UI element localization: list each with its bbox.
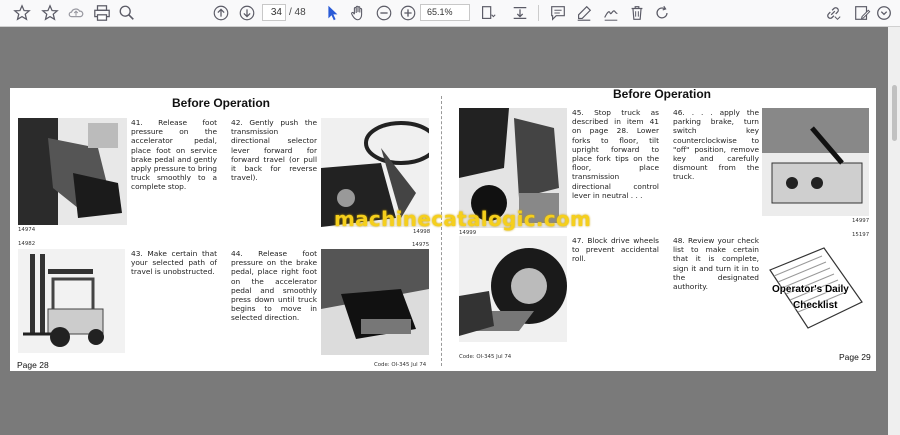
photo-forklift	[18, 249, 125, 353]
item-44-text: 44. Release foot pressure on the brake p…	[231, 249, 317, 323]
print-icon[interactable]	[92, 3, 112, 23]
highlight-icon[interactable]	[574, 3, 594, 23]
toolbar-separator	[538, 5, 539, 21]
checklist-title: Operator's Daily	[772, 284, 849, 295]
item-45-text: 45. Stop truck as described in item 41 o…	[572, 108, 659, 200]
left-code: Code: OI-345 Jul 74	[374, 362, 427, 368]
edit-icon[interactable]	[852, 3, 872, 23]
search-icon[interactable]	[117, 3, 137, 23]
watermark-text: machinecatalogic.com	[334, 207, 592, 231]
comment-icon[interactable]	[548, 3, 568, 23]
item-48-text: 48. Review your check list to make certa…	[673, 236, 759, 292]
sign-icon[interactable]	[601, 3, 621, 23]
page-total: / 48	[289, 7, 306, 18]
fit-width-icon[interactable]	[510, 3, 530, 23]
zoom-select[interactable]: 65.1%	[420, 4, 470, 21]
checklist-subtitle: Checklist	[793, 300, 838, 311]
page-up-icon[interactable]	[211, 3, 231, 23]
fig-number: 14975	[412, 242, 430, 248]
cloud-icon[interactable]	[66, 3, 86, 23]
fig-number: 15197	[852, 232, 870, 238]
pointer-icon[interactable]	[322, 3, 342, 23]
left-heading: Before Operation	[172, 96, 271, 110]
zoom-in-icon[interactable]	[398, 3, 418, 23]
item-42-text: 42. Gently push the transmission directi…	[231, 118, 317, 183]
hand-icon[interactable]	[348, 3, 368, 23]
item-43-text: 43. Make certain that your selected path…	[131, 249, 217, 277]
fig-number: 14974	[18, 227, 36, 233]
item-47-text: 47. Block drive wheels to prevent accide…	[572, 236, 659, 264]
right-code: Code: OI-345 Jul 74	[459, 354, 512, 360]
star-icon[interactable]	[12, 3, 32, 23]
link-icon[interactable]	[823, 3, 843, 23]
left-page-number: Page 28	[17, 360, 49, 370]
bookmark-icon[interactable]	[40, 3, 60, 23]
fig-number: 14982	[18, 241, 36, 247]
photo-foot-on-brake	[18, 118, 127, 225]
right-page-number: Page 29	[839, 352, 871, 362]
fig-number: 14997	[852, 218, 870, 224]
rotate-icon[interactable]	[652, 3, 672, 23]
item-46-text: 46. . . . apply the parking brake, turn …	[673, 108, 759, 182]
zoom-out-icon[interactable]	[374, 3, 394, 23]
pdf-toolbar: 34 / 48 65.1%	[0, 0, 900, 27]
delete-icon[interactable]	[627, 3, 647, 23]
page-down-icon[interactable]	[237, 3, 257, 23]
vertical-scrollbar[interactable]	[888, 27, 900, 435]
photo-accelerator-pedal	[321, 249, 429, 355]
photo-blocked-wheels	[459, 236, 567, 342]
settings-icon[interactable]	[874, 3, 894, 23]
photo-parking-brake	[762, 108, 869, 216]
fit-page-icon[interactable]	[478, 3, 498, 23]
item-41-text: 41. Release foot pressure on the acceler…	[131, 118, 217, 192]
page-fold	[441, 96, 443, 366]
right-heading: Before Operation	[613, 87, 712, 101]
scrollbar-thumb[interactable]	[892, 85, 897, 141]
page-number-input[interactable]: 34	[262, 4, 286, 21]
